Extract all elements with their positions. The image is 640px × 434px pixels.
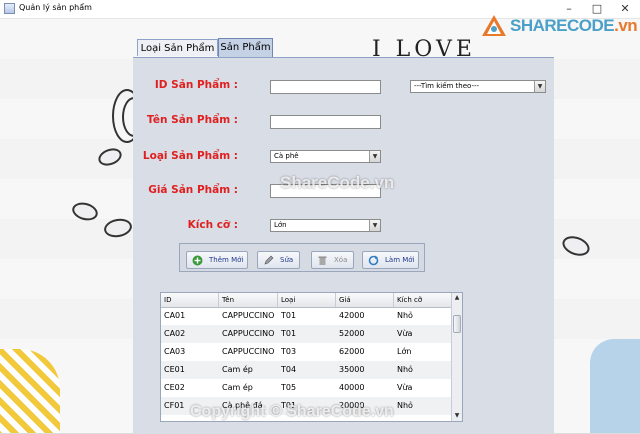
tab-loai-san-pham[interactable]: Loại Sản Phẩm [137, 39, 218, 56]
watermark-bottom: Copyright © ShareCode.vn [190, 403, 394, 420]
table-cell: Nhỏ [397, 401, 413, 410]
table-cell: T03 [281, 347, 297, 356]
table-cell: Lớn [397, 347, 412, 356]
logo-icon [482, 15, 506, 36]
size-label: Kích cỡ : [187, 219, 238, 231]
table-cell: 62000 [339, 347, 365, 356]
table-cell: T01 [281, 329, 297, 338]
refresh-button[interactable]: Làm Mới [362, 251, 419, 269]
scroll-thumb[interactable] [453, 315, 461, 333]
scroll-down-icon[interactable]: ▼ [452, 411, 462, 421]
table-header: ID Tên Loại Giá Kích cỡ [161, 293, 453, 308]
table-cell: Cam ép [222, 383, 253, 392]
table-cell: Nhỏ [397, 365, 413, 374]
column-header-id[interactable]: ID [161, 293, 219, 307]
window-title: Quản lý sản phẩm [19, 3, 92, 12]
table-cell: CAPPUCCINO [222, 311, 275, 320]
id-input[interactable] [270, 80, 381, 94]
chevron-down-icon: ▼ [369, 151, 380, 162]
scroll-up-icon[interactable]: ▲ [452, 293, 462, 303]
table-cell: CA02 [164, 329, 186, 338]
table-row[interactable]: CA01 CAPPUCCINO T01 42000 Nhỏ [161, 307, 453, 325]
table-cell: CAPPUCCINO [222, 329, 275, 338]
watermark-center: ShareCode.vn [280, 173, 395, 192]
pillow-decoration [590, 339, 640, 433]
column-header-price[interactable]: Giá [336, 293, 394, 307]
table-cell: CA03 [164, 347, 186, 356]
refresh-icon [368, 255, 379, 266]
add-button[interactable]: Thêm Mới [186, 251, 248, 269]
table-cell: Vừa [397, 383, 413, 392]
column-header-name[interactable]: Tên [219, 293, 278, 307]
delete-button[interactable]: Xóa [311, 251, 354, 269]
column-header-type[interactable]: Loại [278, 293, 336, 307]
type-label: Loại Sản Phẩm : [142, 150, 238, 162]
table-row[interactable]: CE02 Cam ép T05 40000 Vừa [161, 379, 453, 397]
table-cell: T04 [281, 365, 297, 374]
table-cell: T01 [281, 311, 297, 320]
size-select[interactable]: Lớn ▼ [270, 219, 381, 232]
table-row[interactable]: CE01 Cam ép T04 35000 Nhỏ [161, 361, 453, 379]
chevron-down-icon: ▼ [534, 81, 545, 92]
table-cell: CAPPUCCINO [222, 347, 275, 356]
action-button-group: Thêm Mới Sửa Xóa Làm Mới [179, 243, 425, 272]
table-cell: CA01 [164, 311, 186, 320]
search-by-select[interactable]: ---Tìm kiếm theo--- ▼ [410, 80, 546, 93]
table-cell: T05 [281, 383, 297, 392]
id-label: ID Sản Phẩm : [154, 79, 238, 91]
price-label: Giá Sản Phẩm : [148, 184, 238, 196]
table-cell: CE02 [164, 383, 185, 392]
trash-icon [318, 256, 327, 265]
name-input[interactable] [270, 115, 381, 129]
type-select[interactable]: Cà phê ▼ [270, 150, 381, 163]
table-cell: Vừa [397, 329, 413, 338]
app-icon [4, 3, 15, 14]
name-label: Tên Sản Phẩm : [146, 114, 238, 126]
edit-button[interactable]: Sửa [257, 251, 300, 269]
table-cell: 40000 [339, 383, 365, 392]
table-cell: CE01 [164, 365, 185, 374]
table-cell: 35000 [339, 365, 365, 374]
table-row[interactable]: CA03 CAPPUCCINO T03 62000 Lớn [161, 343, 453, 361]
tab-san-pham[interactable]: Sản Phẩm [218, 38, 273, 57]
sharecode-logo: SHARECODE.vn [480, 14, 640, 40]
add-icon [192, 255, 203, 266]
table-cell: 42000 [339, 311, 365, 320]
chevron-down-icon: ▼ [369, 220, 380, 231]
table-cell: 52000 [339, 329, 365, 338]
table-scrollbar[interactable]: ▲ ▼ [451, 293, 462, 421]
table-cell: Nhỏ [397, 311, 413, 320]
column-header-size[interactable]: Kích cỡ [394, 293, 453, 307]
pencil-icon [264, 255, 274, 265]
table-cell: Cam ép [222, 365, 253, 374]
table-row[interactable]: CA02 CAPPUCCINO T01 52000 Vừa [161, 325, 453, 343]
logo-text: SHARECODE.vn [510, 16, 638, 35]
